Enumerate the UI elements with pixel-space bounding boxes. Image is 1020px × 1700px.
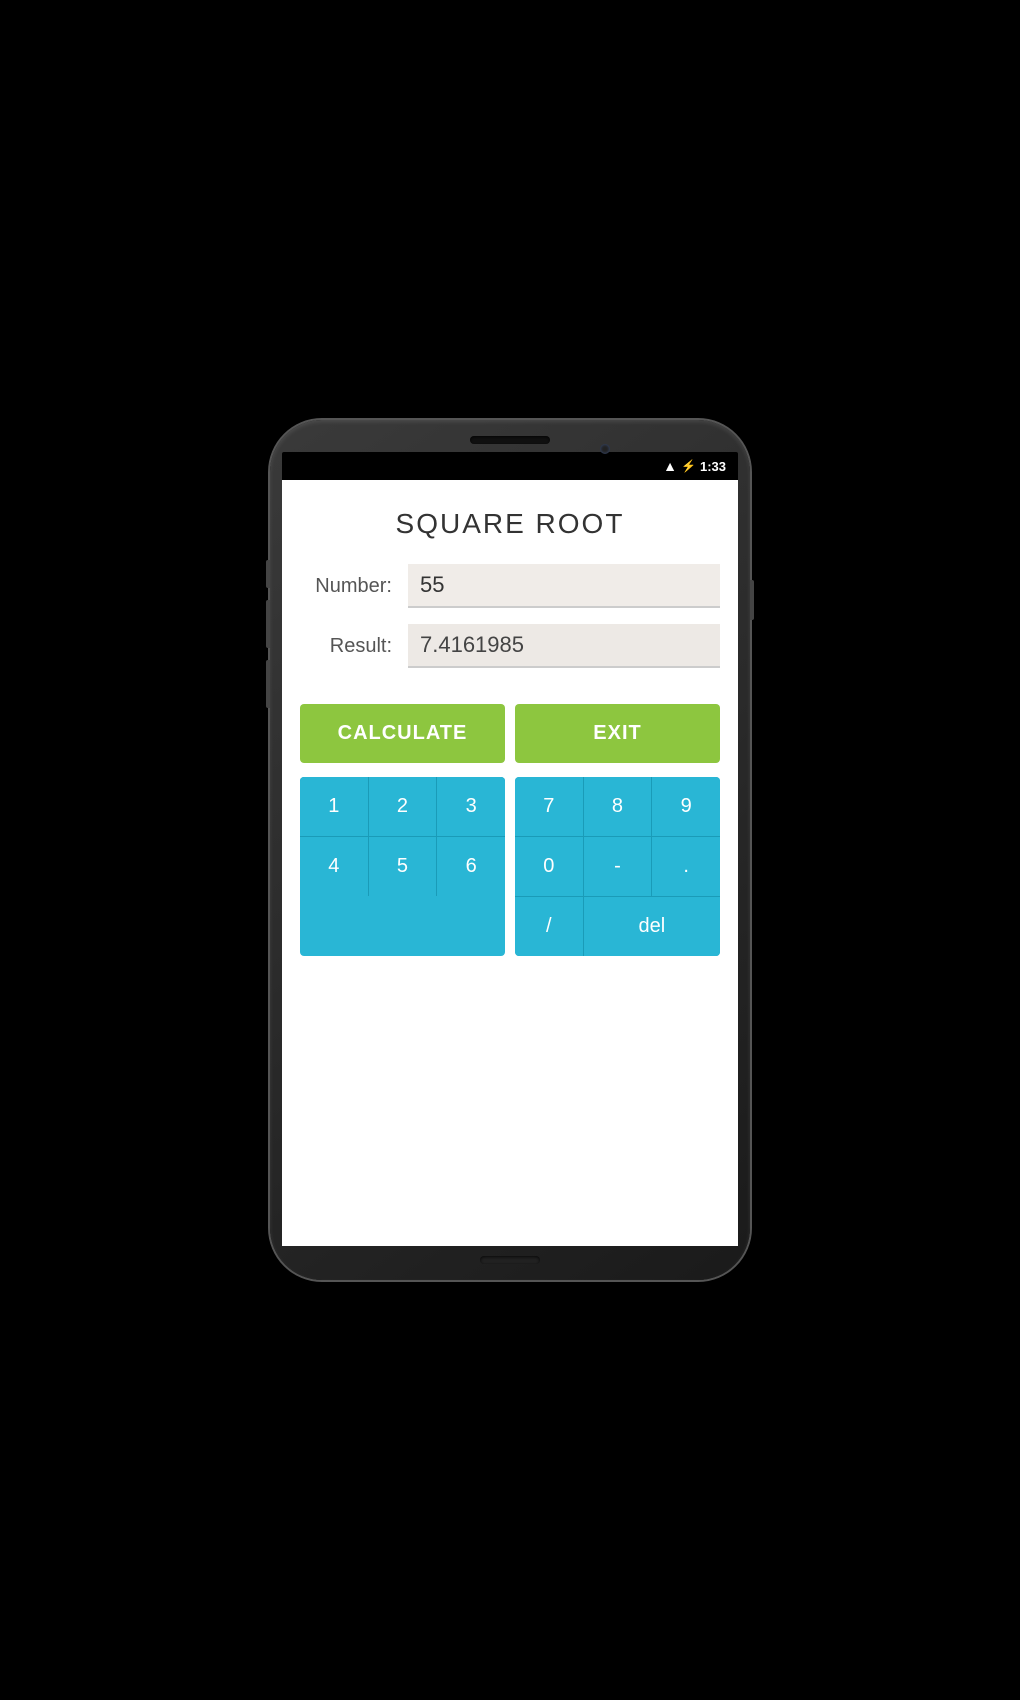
result-input[interactable] [408, 624, 720, 668]
key-7[interactable]: 7 [515, 777, 583, 836]
power-button[interactable] [750, 580, 754, 620]
numpad-right: 7 8 9 0 - . / del [515, 777, 720, 956]
phone-device: ▲ ⚡ 1:33 SQUARE ROOT Number: Result: CAL… [270, 420, 750, 1280]
key-4[interactable]: 4 [300, 837, 368, 896]
key-slash[interactable]: / [515, 897, 583, 956]
numpad-container: 1 2 3 4 5 6 7 8 9 0 - [300, 777, 720, 956]
phone-bottom-bar [480, 1256, 540, 1264]
silent-button[interactable] [266, 660, 270, 708]
phone-screen: SQUARE ROOT Number: Result: CALCULATE EX… [282, 480, 738, 1246]
key-2[interactable]: 2 [369, 777, 437, 836]
key-minus[interactable]: - [584, 837, 652, 896]
key-6[interactable]: 6 [437, 837, 505, 896]
numpad-right-grid: 7 8 9 0 - . / del [515, 777, 720, 956]
front-camera [600, 444, 610, 454]
status-time: 1:33 [700, 459, 726, 474]
action-buttons: CALCULATE EXIT [300, 704, 720, 763]
calculate-button[interactable]: CALCULATE [300, 704, 505, 763]
result-label: Result: [300, 635, 408, 658]
result-row: Result: [300, 624, 720, 668]
key-1[interactable]: 1 [300, 777, 368, 836]
key-0[interactable]: 0 [515, 837, 583, 896]
key-3[interactable]: 3 [437, 777, 505, 836]
phone-speaker [470, 436, 550, 444]
number-label: Number: [300, 575, 408, 598]
status-bar: ▲ ⚡ 1:33 [282, 452, 738, 480]
key-dot[interactable]: . [652, 837, 720, 896]
signal-icon: ▲ [663, 458, 677, 474]
battery-icon: ⚡ [681, 459, 696, 473]
volume-down-button[interactable] [266, 600, 270, 648]
exit-button[interactable]: EXIT [515, 704, 720, 763]
key-9[interactable]: 9 [652, 777, 720, 836]
app-title: SQUARE ROOT [396, 508, 625, 540]
volume-up-button[interactable] [266, 560, 270, 588]
number-input[interactable] [408, 564, 720, 608]
key-5[interactable]: 5 [369, 837, 437, 896]
numpad-left: 1 2 3 4 5 6 [300, 777, 505, 956]
key-del[interactable]: del [584, 897, 720, 956]
numpad-left-grid: 1 2 3 4 5 6 [300, 777, 505, 896]
number-row: Number: [300, 564, 720, 608]
key-8[interactable]: 8 [584, 777, 652, 836]
app-content: SQUARE ROOT Number: Result: CALCULATE EX… [282, 480, 738, 1246]
